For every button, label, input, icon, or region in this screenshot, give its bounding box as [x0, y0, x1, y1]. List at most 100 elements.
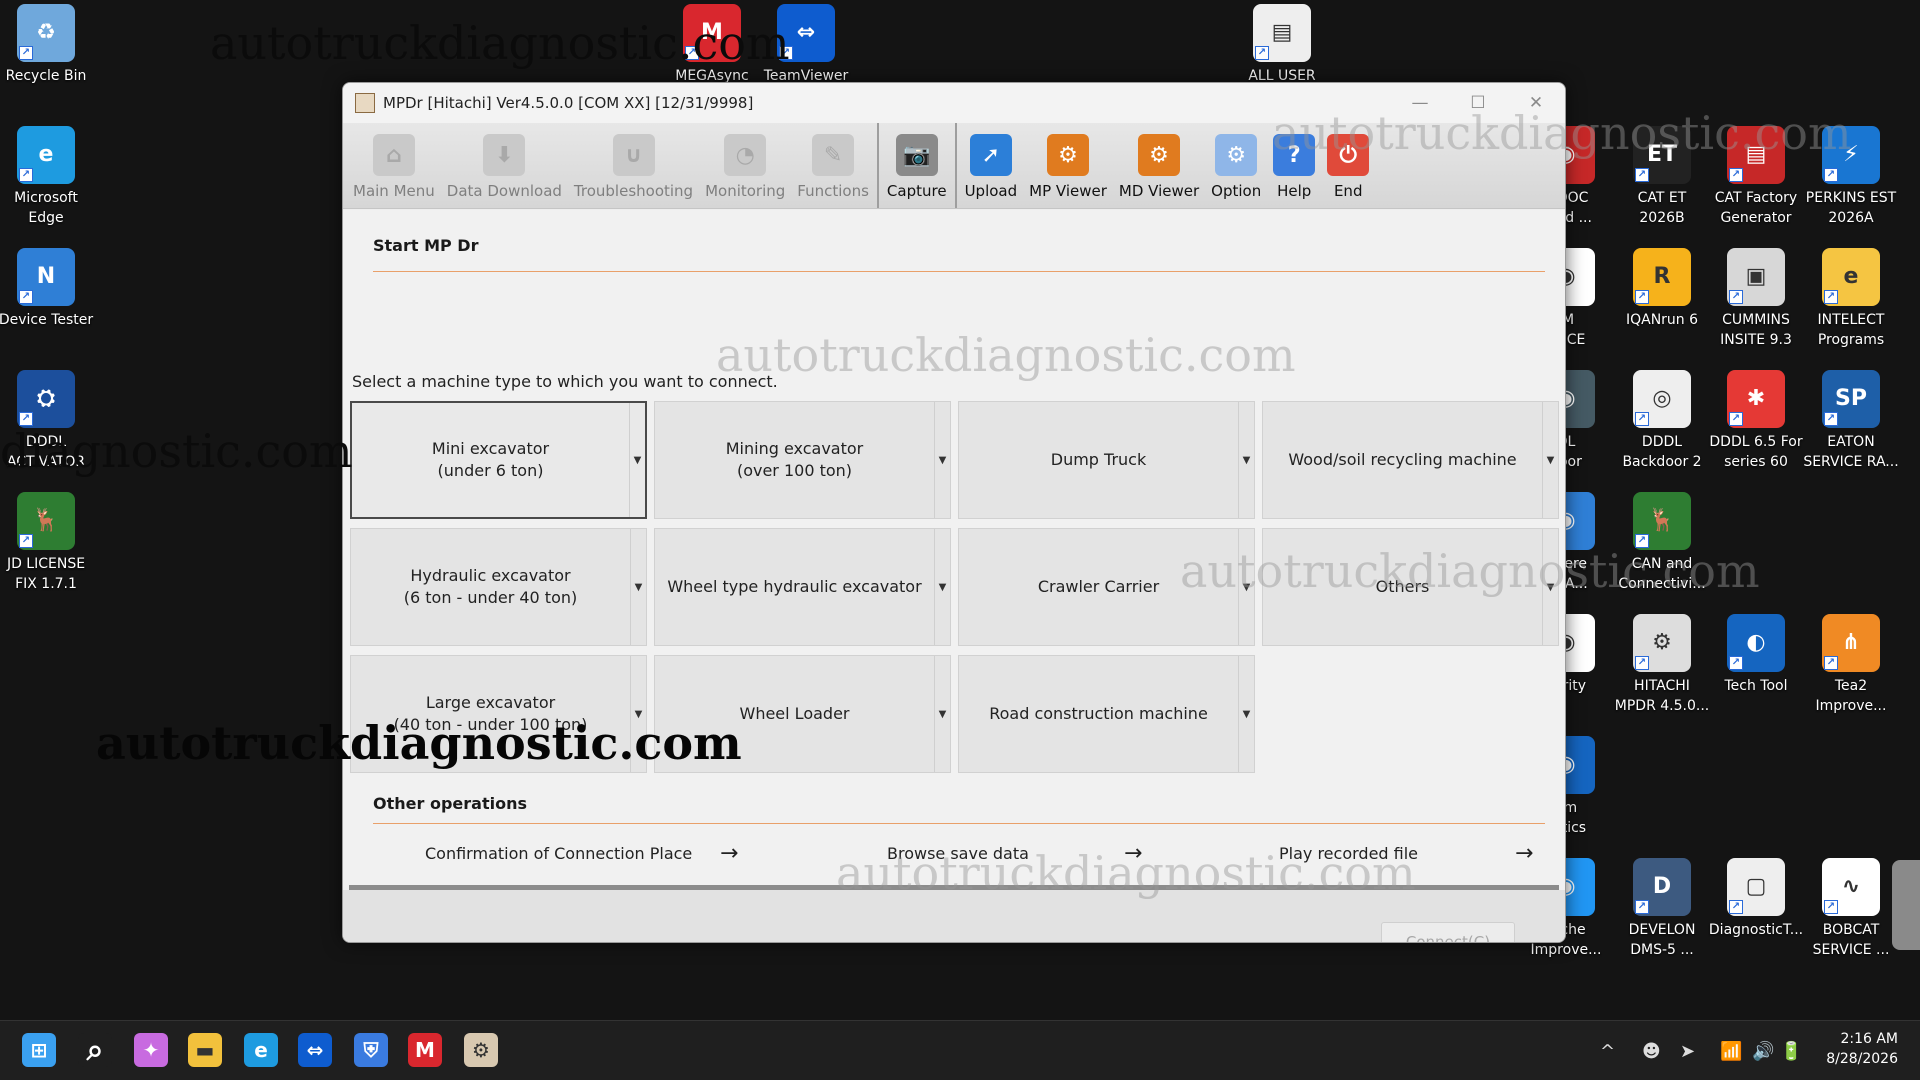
machine-type-button[interactable]: Hydraulic excavator (6 ton - under 40 to…: [350, 528, 647, 646]
maximize-button[interactable]: ☐: [1449, 93, 1507, 113]
machine-type-button[interactable]: Others ▼: [1262, 528, 1559, 646]
desktop-icon[interactable]: ▢ ↗ DiagnosticT...: [1708, 858, 1804, 940]
toolbar-data-download-button[interactable]: ⬇ Data Download: [441, 123, 568, 208]
document-icon: ▤ ↗: [1253, 4, 1311, 62]
toolbar-upload-button[interactable]: ➚ Upload: [959, 123, 1024, 208]
machine-type-button[interactable]: Wheel type hydraulic excavator ▼: [654, 528, 951, 646]
close-button[interactable]: ✕: [1507, 93, 1565, 113]
minimize-button[interactable]: —: [1391, 93, 1449, 113]
arrow-right-icon[interactable]: →: [1124, 832, 1142, 874]
intelect-icon: e ↗: [1822, 248, 1880, 306]
toolbar-end-button[interactable]: ⏻ End: [1321, 123, 1375, 208]
other-operations-title: Other operations: [373, 794, 527, 813]
dddl-backdoor-icon: ◎ ↗: [1633, 370, 1691, 428]
desktop-icon[interactable]: ET ↗ CAT ET 2026B: [1614, 126, 1710, 228]
dropdown-arrow-icon[interactable]: ▼: [1542, 529, 1558, 645]
dropdown-arrow-icon[interactable]: ▼: [934, 529, 950, 645]
clock-time: 2:16 AM: [1840, 1031, 1898, 1047]
toolbar-troubleshooting-button[interactable]: ∪ Troubleshooting: [568, 123, 699, 208]
dddl65-icon: ✱ ↗: [1727, 370, 1785, 428]
connect-button[interactable]: Connect(C): [1381, 922, 1515, 942]
dropdown-arrow-icon[interactable]: ▼: [1542, 402, 1558, 518]
teamviewer-icon[interactable]: ⇔: [298, 1033, 332, 1067]
edge-icon[interactable]: e: [244, 1033, 278, 1067]
desktop-icon[interactable]: M ↗ MEGAsync: [664, 4, 760, 86]
side-handle[interactable]: [1892, 860, 1920, 950]
dropdown-arrow-icon[interactable]: ▼: [1238, 529, 1254, 645]
other-operation-link[interactable]: Play recorded file: [1279, 832, 1418, 874]
desktop-icon[interactable]: ∿ ↗ BOBCAT SERVICE ...: [1803, 858, 1899, 960]
tray-location-icon[interactable]: ➤: [1680, 1021, 1695, 1080]
desktop-icon[interactable]: 🦌 ↗ CAN and Connectivi...: [1614, 492, 1710, 594]
dropdown-arrow-icon[interactable]: ▼: [630, 529, 646, 645]
wifi-icon[interactable]: 📶: [1720, 1021, 1742, 1080]
desktop-icon[interactable]: 🦌 ↗ JD LICENSE FIX 1.7.1: [0, 492, 94, 594]
data-download-icon: ⬇: [483, 134, 526, 176]
shortcut-arrow-icon: ↗: [1729, 656, 1743, 670]
toolbar-functions-button[interactable]: ✎ Functions: [791, 123, 875, 208]
toolbar-option-button[interactable]: ⚙ Option: [1205, 123, 1267, 208]
desktop-icon[interactable]: D ↗ DEVELON DMS-5 ...: [1614, 858, 1710, 960]
desktop-icon[interactable]: SP ↗ EATON SERVICE RA...: [1803, 370, 1899, 472]
dropdown-arrow-icon[interactable]: ▼: [934, 402, 950, 518]
desktop-icon[interactable]: ◎ ↗ DDDL Backdoor 2: [1614, 370, 1710, 472]
toolbar-mp-viewer-button[interactable]: ⚙ MP Viewer: [1023, 123, 1113, 208]
machine-type-button[interactable]: Wood/soil recycling machine ▼: [1262, 401, 1559, 519]
desktop-icon[interactable]: ⚡ ↗ PERKINS EST 2026A: [1803, 126, 1899, 228]
toolbar-capture-button[interactable]: 📷 Capture: [881, 123, 953, 208]
shortcut-arrow-icon: ↗: [1729, 168, 1743, 182]
dropdown-arrow-icon[interactable]: ▼: [1238, 402, 1254, 518]
desktop-icon[interactable]: ⚙ ↗ HITACHI MPDR 4.5.0...: [1614, 614, 1710, 716]
volume-icon[interactable]: 🔊: [1752, 1021, 1774, 1080]
desktop-icon[interactable]: ♻ ↗ Recycle Bin: [0, 4, 94, 86]
toolbar-help-button[interactable]: ? Help: [1267, 123, 1321, 208]
shortcut-arrow-icon: ↗: [1635, 656, 1649, 670]
desktop-icon[interactable]: ✱ ↗ DDDL 6.5 For series 60: [1708, 370, 1804, 472]
desktop-icon[interactable]: R ↗ IQANrun 6: [1614, 248, 1710, 330]
desktop-icon[interactable]: ◐ ↗ Tech Tool: [1708, 614, 1804, 696]
machine-type-button[interactable]: Mini excavator (under 6 ton) ▼: [350, 401, 647, 519]
toolbar-monitoring-button[interactable]: ◔ Monitoring: [699, 123, 791, 208]
machine-type-button[interactable]: Crawler Carrier ▼: [958, 528, 1255, 646]
desktop-icon[interactable]: ⋔ ↗ Tea2 Improve...: [1803, 614, 1899, 716]
arrow-right-icon[interactable]: →: [720, 832, 738, 874]
windows-start-icon[interactable]: ⊞: [22, 1033, 56, 1067]
arrow-right-icon[interactable]: →: [1515, 832, 1533, 874]
desktop-icon[interactable]: ⛭ ↗ DDDL ACTIVATOR: [0, 370, 94, 472]
copilot-icon[interactable]: ✦: [134, 1033, 168, 1067]
desktop-icon[interactable]: ▤ ↗ ALL USER: [1234, 4, 1330, 86]
dropdown-arrow-icon[interactable]: ▼: [629, 403, 645, 517]
taskbar-clock[interactable]: 2:16 AM 8/28/2026: [1826, 1029, 1898, 1069]
desktop-icon[interactable]: ▣ ↗ CUMMINS INSITE 9.3: [1708, 248, 1804, 350]
search-icon[interactable]: ⌕: [78, 1033, 112, 1068]
desktop-icon[interactable]: ⇔ ↗ TeamViewer: [758, 4, 854, 86]
diagnostic-tool-icon: ▢ ↗: [1727, 858, 1785, 916]
machine-type-button[interactable]: Large excavator (40 ton - under 100 ton)…: [350, 655, 647, 773]
machine-type-button[interactable]: Mining excavator (over 100 ton) ▼: [654, 401, 951, 519]
machine-type-button[interactable]: Wheel Loader ▼: [654, 655, 951, 773]
dropdown-arrow-icon[interactable]: ▼: [630, 656, 646, 772]
cat-et-icon: ET ↗: [1633, 126, 1691, 184]
hitachi-mpdr-icon[interactable]: ⚙: [464, 1033, 498, 1067]
desktop-icon[interactable]: e ↗ Microsoft Edge: [0, 126, 94, 228]
desktop-icon[interactable]: ▤ ↗ CAT Factory Generator: [1708, 126, 1804, 228]
battery-icon[interactable]: 🔋: [1780, 1021, 1802, 1080]
dropdown-arrow-icon[interactable]: ▼: [1238, 656, 1254, 772]
desktop-icon[interactable]: e ↗ INTELECT Programs: [1803, 248, 1899, 350]
machine-type-label: Dump Truck: [1050, 450, 1147, 469]
tray-overflow-icon[interactable]: ^: [1600, 1021, 1615, 1080]
security-shield-icon[interactable]: ⛨: [354, 1033, 388, 1067]
machine-type-button[interactable]: Road construction machine ▼: [958, 655, 1255, 773]
edge-icon: e ↗: [17, 126, 75, 184]
mega-icon[interactable]: M: [408, 1033, 442, 1067]
file-explorer-icon[interactable]: ▬: [188, 1033, 222, 1067]
toolbar-md-viewer-button[interactable]: ⚙ MD Viewer: [1113, 123, 1205, 208]
dropdown-arrow-icon[interactable]: ▼: [934, 656, 950, 772]
other-operation-link[interactable]: Browse save data: [887, 832, 1029, 874]
machine-type-button[interactable]: Dump Truck ▼: [958, 401, 1255, 519]
desktop-icon[interactable]: N ↗ Device Tester: [0, 248, 94, 330]
other-operation-link[interactable]: Confirmation of Connection Place: [425, 832, 692, 874]
tray-app-icon[interactable]: ☻: [1642, 1021, 1661, 1080]
mpdr-window: MPDr [Hitachi] Ver4.5.0.0 [COM XX] [12/3…: [342, 82, 1566, 943]
toolbar-main-menu-button[interactable]: ⌂ Main Menu: [347, 123, 441, 208]
